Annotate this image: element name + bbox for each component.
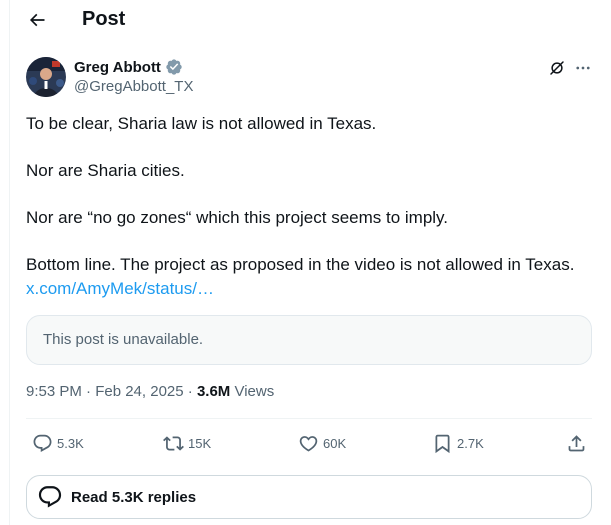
reply-button[interactable]: 5.3K [32,428,84,458]
post-paragraph: To be clear, Sharia law is not allowed i… [26,114,377,133]
action-bar: 5.3K 15K 60K 2.7K [26,428,592,458]
post-paragraph: Nor are “no go zones“ which this project… [26,208,449,227]
views-label: Views [230,383,275,400]
reply-icon [33,434,52,452]
grok-icon [550,61,564,75]
avatar-image [26,57,66,97]
post-meta: 9:53 PM · Feb 24, 2025 · 3.6M Views [26,382,274,402]
repost-icon [163,435,184,451]
reply-count: 5.3K [57,435,84,451]
views-count: 3.6M [196,383,231,400]
author-handle[interactable]: @GregAbbott_TX [74,78,193,95]
divider [26,418,592,419]
like-count: 60K [323,435,347,451]
back-arrow-icon [29,13,45,27]
post-paragraph: Nor are Sharia cities. [26,161,185,180]
read-replies-label: Read 5.3K replies [71,488,197,506]
grok-button[interactable] [546,57,568,79]
bookmark-button[interactable]: 2.7K [432,428,484,458]
read-replies-button[interactable]: Read 5.3K replies [26,475,592,519]
page-title: Post [82,8,126,30]
timestamp[interactable]: 9:53 PM · Feb 24, 2025 [26,383,184,400]
verified-badge-icon [166,59,182,75]
post-text: To be clear, Sharia law is not allowed i… [26,112,601,301]
post-paragraph: Bottom line. The project as proposed in … [26,255,575,274]
like-button[interactable]: 60K [298,428,346,458]
avatar[interactable] [26,57,66,97]
meta-separator: · [183,383,197,400]
back-button[interactable] [22,5,52,35]
like-icon [299,435,318,452]
more-icon [576,66,590,70]
more-options-button[interactable] [572,57,594,79]
bookmark-count: 2.7K [457,435,484,451]
bookmark-icon [435,434,450,453]
repost-button[interactable]: 15K [163,428,211,458]
author-row: Greg Abbott [74,57,183,77]
chat-bubble-icon [38,486,62,508]
share-icon [568,434,585,451]
post-link[interactable]: x.com/AmyMek/status/… [26,277,601,301]
author-name[interactable]: Greg Abbott [74,59,161,76]
repost-count: 15K [188,435,212,451]
share-button[interactable] [566,428,587,458]
quoted-post-unavailable: This post is unavailable. [26,315,592,365]
top-bar: Post [0,0,611,40]
